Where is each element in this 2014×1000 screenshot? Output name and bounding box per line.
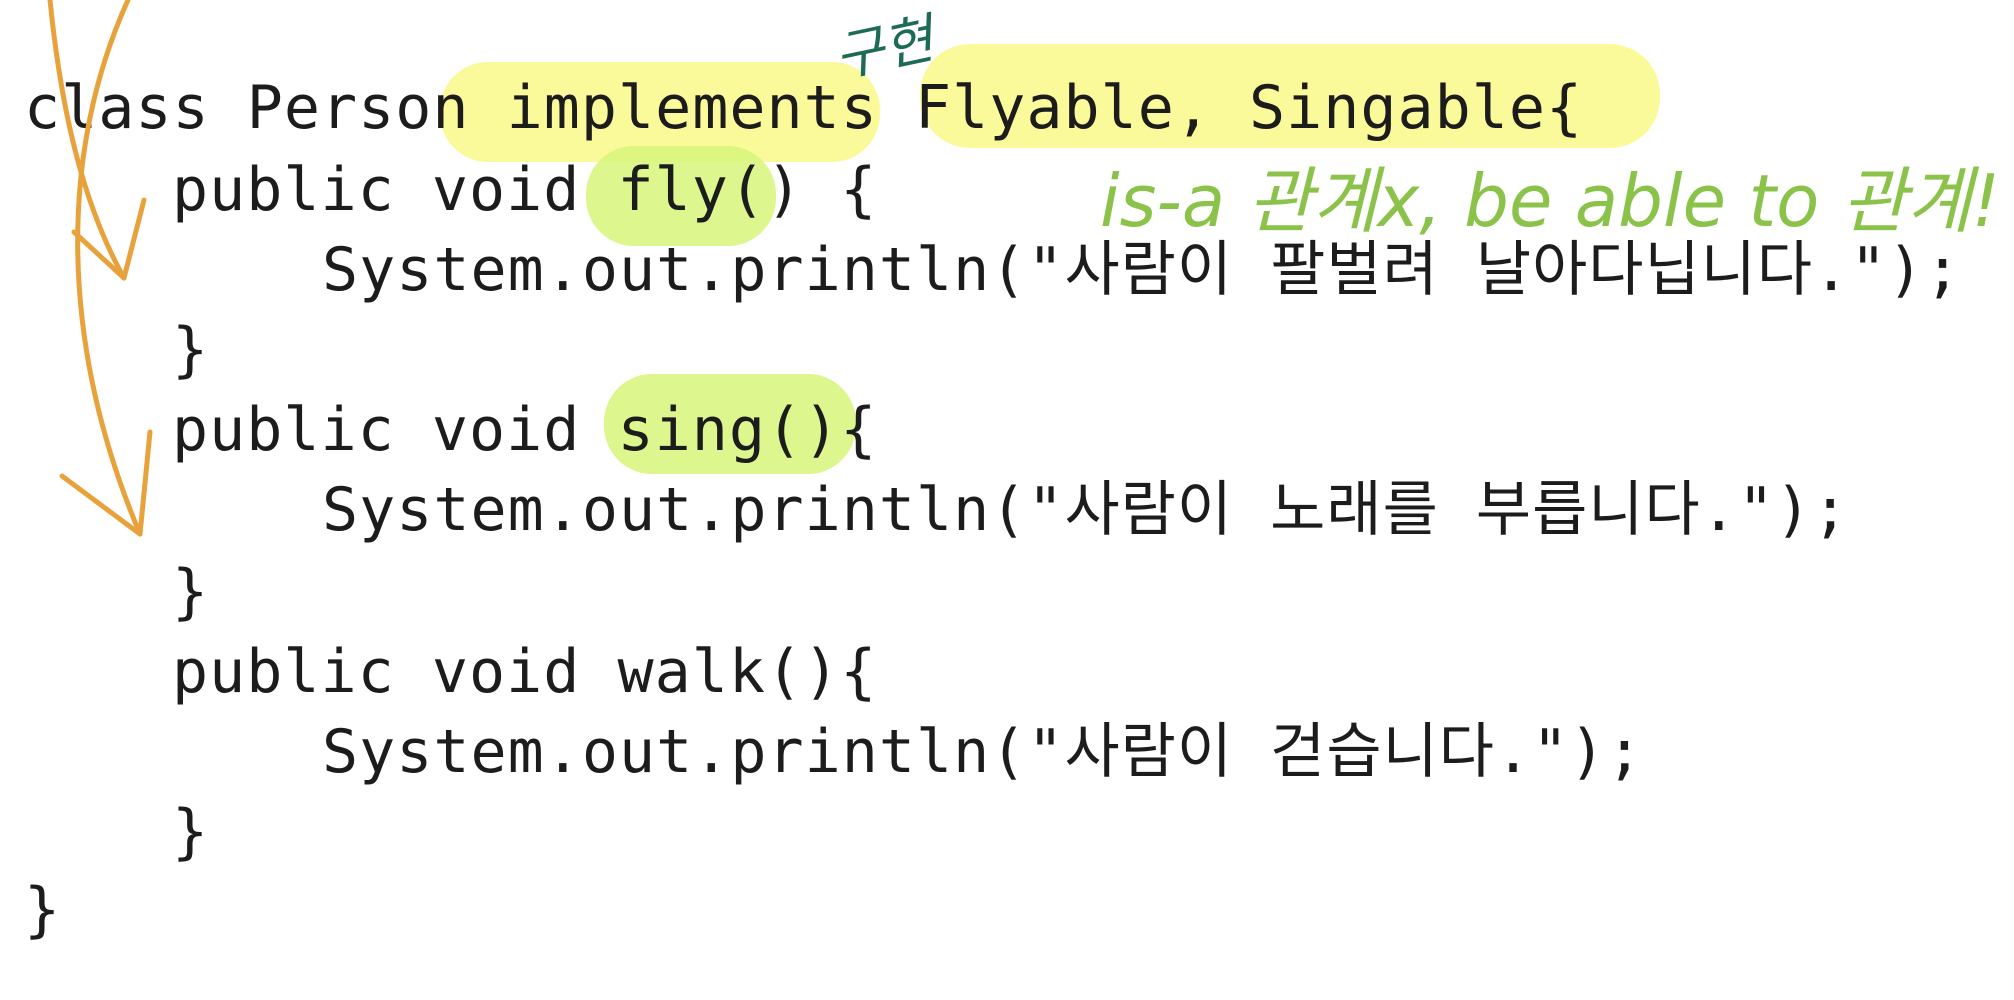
arrow-to-fly-method-head-left <box>71 229 127 281</box>
code-line-class-declaration: class Person implements Flyable, Singabl… <box>24 73 1583 143</box>
code-line-fly-body: System.out.println("사람이 팔벌려 날아다닙니다."); <box>322 235 1962 305</box>
code-canvas: class Person implements Flyable, Singabl… <box>24 0 2000 945</box>
code-line-fly-close: } <box>172 315 209 385</box>
code-line-walk-close: } <box>172 797 209 867</box>
code-line-sing-method: public void sing(){ <box>172 395 877 465</box>
side-note-relationship: is-a 관계x, be able to 관계! <box>1100 159 2000 243</box>
annotated-code-page: class Person implements Flyable, Singabl… <box>0 0 2014 1000</box>
arrow-to-sing-method-head-right <box>137 429 153 537</box>
code-line-class-close: } <box>24 875 61 945</box>
code-line-walk-body: System.out.println("사람이 걷습니다."); <box>322 717 1643 787</box>
code-line-sing-body: System.out.println("사람이 노래를 부릅니다."); <box>322 475 1849 545</box>
code-line-walk-method: public void walk(){ <box>172 637 877 707</box>
arrow-to-fly-method-head-right <box>121 197 147 281</box>
code-line-sing-close: } <box>172 557 209 627</box>
code-line-fly-method: public void fly() { <box>172 155 877 225</box>
